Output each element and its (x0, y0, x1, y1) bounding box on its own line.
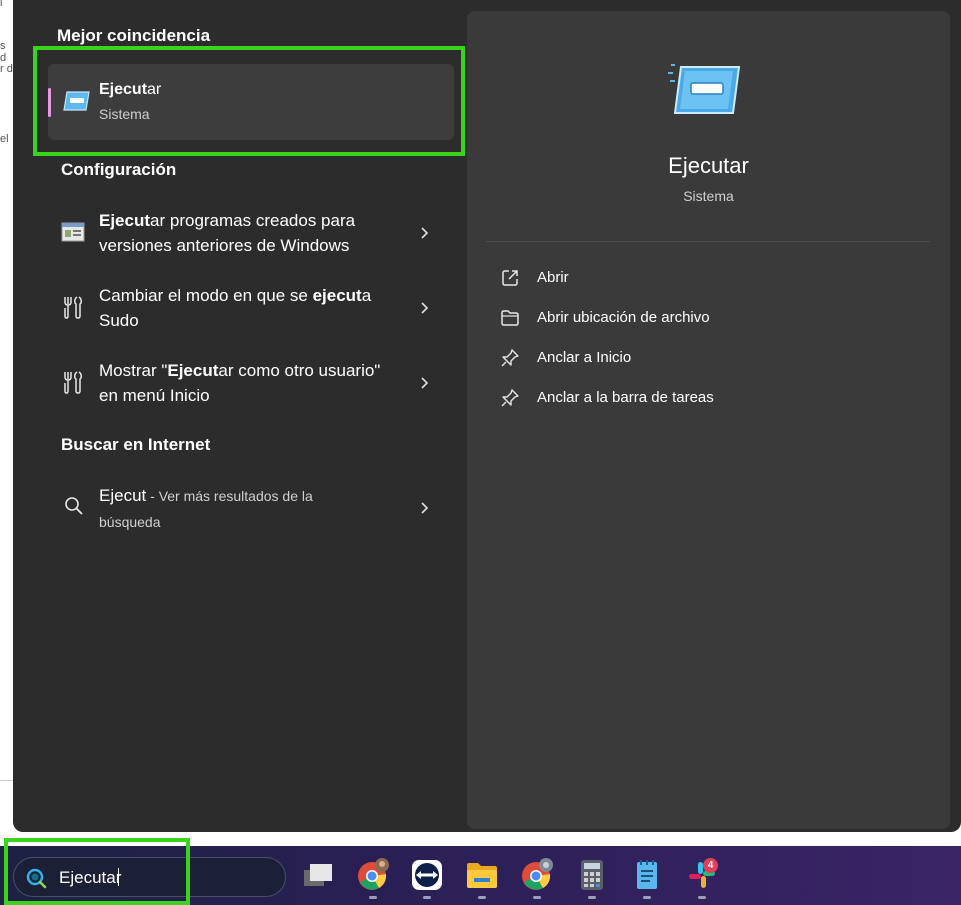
setting-result-label: Ejecutar programas creados para versione… (99, 211, 356, 255)
running-indicator (369, 896, 377, 899)
calculator-icon[interactable] (575, 858, 609, 892)
task-view-icon[interactable] (301, 858, 335, 892)
details-title: Ejecutar (668, 153, 749, 178)
pin-icon (501, 349, 519, 367)
chevron-right-icon (421, 227, 429, 239)
developer-settings-icon (64, 371, 82, 394)
folder-icon (501, 310, 519, 326)
web-search-label: Ejecut - Ver más resultados de la búsque… (99, 486, 313, 530)
chrome-profile-icon[interactable] (520, 858, 554, 892)
details-divider (486, 241, 930, 242)
compatibility-settings-icon (61, 222, 85, 242)
action-label: Anclar a Inicio (537, 349, 632, 366)
setting-result-label: Mostrar "Ejecutar como otro usuario" en … (99, 361, 381, 405)
teamviewer-icon[interactable] (410, 858, 444, 892)
running-indicator (643, 896, 651, 899)
web-search-result[interactable]: Ejecut - Ver más resultados de la búsque… (48, 480, 454, 540)
running-indicator (423, 896, 431, 899)
details-pane: Ejecutar Sistema Abrir Abrir ubicación d… (467, 11, 950, 829)
background-text: r d (0, 63, 13, 75)
open-external-icon (502, 270, 518, 286)
background-window: l s d r d el (0, 0, 14, 790)
best-match-highlight (33, 46, 465, 156)
best-match-heading: Mejor coincidencia (57, 26, 211, 45)
pin-icon (501, 389, 519, 407)
running-indicator (478, 896, 486, 899)
setting-result-run-as-user[interactable]: Mostrar "Ejecutar como otro usuario" en … (48, 350, 454, 416)
pin-to-start-action[interactable]: Anclar a Inicio (500, 344, 920, 374)
chevron-right-icon (421, 502, 429, 514)
action-label: Anclar a la barra de tareas (537, 389, 714, 406)
setting-result-label: Cambiar el modo en que se ejecuta Sudo (99, 286, 372, 330)
running-indicator (588, 896, 596, 899)
file-explorer-icon[interactable] (465, 858, 499, 892)
action-label: Abrir (537, 269, 569, 286)
chevron-right-icon (421, 302, 429, 314)
background-divider (0, 780, 14, 781)
open-action[interactable]: Abrir (500, 264, 920, 294)
background-text: el (0, 133, 9, 145)
chevron-right-icon (421, 377, 429, 389)
settings-heading: Configuración (61, 160, 177, 179)
setting-result-sudo[interactable]: Cambiar el modo en que se ejecuta Sudo (48, 275, 454, 341)
background-text: l (0, 0, 3, 9)
developer-settings-icon (64, 296, 82, 319)
background-text: s d (0, 40, 7, 64)
notepad-icon[interactable] (630, 858, 664, 892)
running-indicator (533, 896, 541, 899)
details-subtitle: Sistema (683, 188, 734, 204)
search-icon (65, 497, 83, 515)
pin-to-taskbar-action[interactable]: Anclar a la barra de tareas (500, 384, 920, 414)
notification-badge: 4 (703, 858, 718, 873)
web-search-heading: Buscar en Internet (61, 435, 211, 454)
search-box-highlight (4, 838, 190, 905)
running-indicator (698, 896, 706, 899)
action-label: Abrir ubicación de archivo (537, 309, 710, 326)
open-file-location-action[interactable]: Abrir ubicación de archivo (500, 304, 920, 334)
chrome-icon[interactable] (356, 858, 390, 892)
setting-result-compatibility[interactable]: Ejecutar programas creados para versione… (48, 200, 454, 266)
run-dialog-icon (668, 64, 741, 114)
